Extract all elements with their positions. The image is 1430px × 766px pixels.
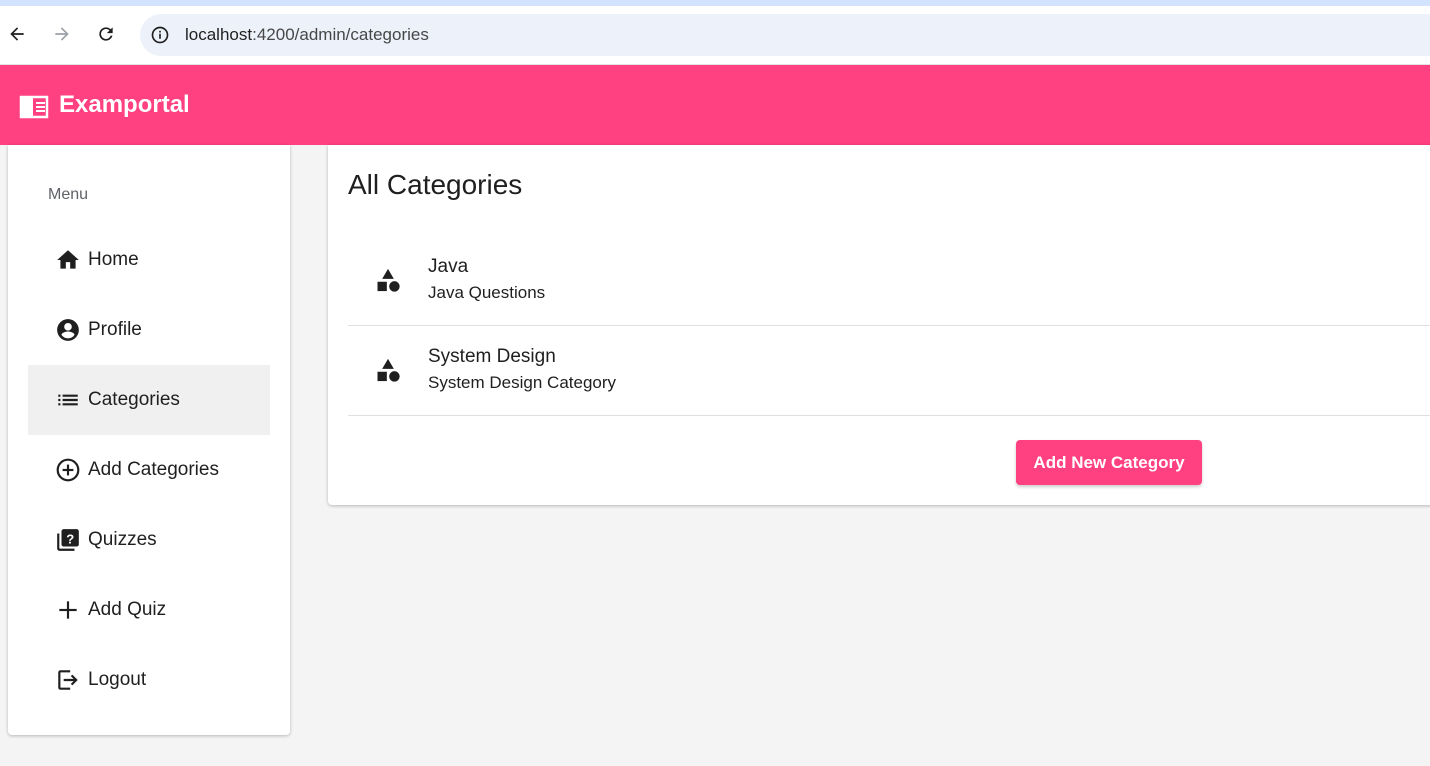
app-toolbar: [0, 65, 1430, 145]
account-circle-icon: [55, 317, 81, 343]
forward-button[interactable]: [51, 23, 73, 45]
sidebar-item-logout[interactable]: Logout: [28, 645, 270, 715]
arrow-forward-icon: [55, 27, 69, 41]
add-circle-outline-icon: [55, 457, 81, 483]
sidebar-item-label: Categories: [88, 389, 180, 410]
reload-button[interactable]: [95, 23, 117, 45]
category-icon: [377, 268, 400, 292]
home-icon: [55, 247, 81, 273]
sidebar-item-label: Logout: [88, 669, 147, 690]
sidebar-item-categories[interactable]: Categories: [28, 365, 270, 435]
address-bar[interactable]: localhost:4200/admin/categories: [140, 14, 1430, 56]
info-icon[interactable]: [150, 25, 170, 45]
browser-toolbar: localhost:4200/admin/categories: [0, 6, 1430, 65]
category-description: System Design Category: [428, 373, 617, 392]
category-name: Java: [428, 256, 469, 277]
app-title[interactable]: Examportal: [59, 91, 190, 119]
url-text: localhost:4200/admin/categories: [185, 25, 429, 45]
menu-header: Menu: [48, 186, 89, 203]
chrome-reader-mode-icon: [19, 95, 49, 119]
category-description: Java Questions: [428, 283, 546, 302]
list-item[interactable]: System Design System Design Category: [348, 325, 1430, 416]
sidebar-item-add-categories[interactable]: Add Categories: [28, 435, 270, 505]
category-name: System Design: [428, 346, 556, 367]
reload-icon: [99, 27, 113, 41]
sidebar-item-quizzes[interactable]: ? Quizzes: [28, 505, 270, 575]
sidebar-item-label: Add Categories: [88, 459, 219, 480]
logout-icon: [55, 667, 81, 693]
categories-card: All Categories Java Java Questions Syste…: [328, 145, 1430, 505]
sidebar-item-label: Profile: [88, 319, 142, 340]
list-icon: [55, 387, 81, 413]
sidebar-item-home[interactable]: Home: [28, 225, 270, 295]
svg-text:?: ?: [66, 531, 74, 546]
category-icon: [377, 358, 400, 382]
sidebar-item-profile[interactable]: Profile: [28, 295, 270, 365]
sidebar-item-label: Home: [88, 249, 139, 270]
add-new-category-button[interactable]: Add New Category: [1016, 440, 1202, 485]
sidebar-item-add-quiz[interactable]: Add Quiz: [28, 575, 270, 645]
sidebar: Menu Home Profile Categories Add Categor…: [8, 145, 290, 735]
add-icon: [55, 597, 81, 623]
page-title: All Categories: [348, 169, 523, 200]
url-host: localhost: [185, 25, 253, 44]
sidebar-item-label: Add Quiz: [88, 599, 167, 620]
url-path: :4200/admin/categories: [252, 25, 429, 44]
list-item[interactable]: Java Java Questions: [348, 235, 1430, 326]
arrow-back-icon: [10, 27, 24, 41]
quiz-icon: ?: [55, 527, 81, 553]
sidebar-item-label: Quizzes: [88, 529, 157, 550]
back-button[interactable]: [6, 23, 28, 45]
